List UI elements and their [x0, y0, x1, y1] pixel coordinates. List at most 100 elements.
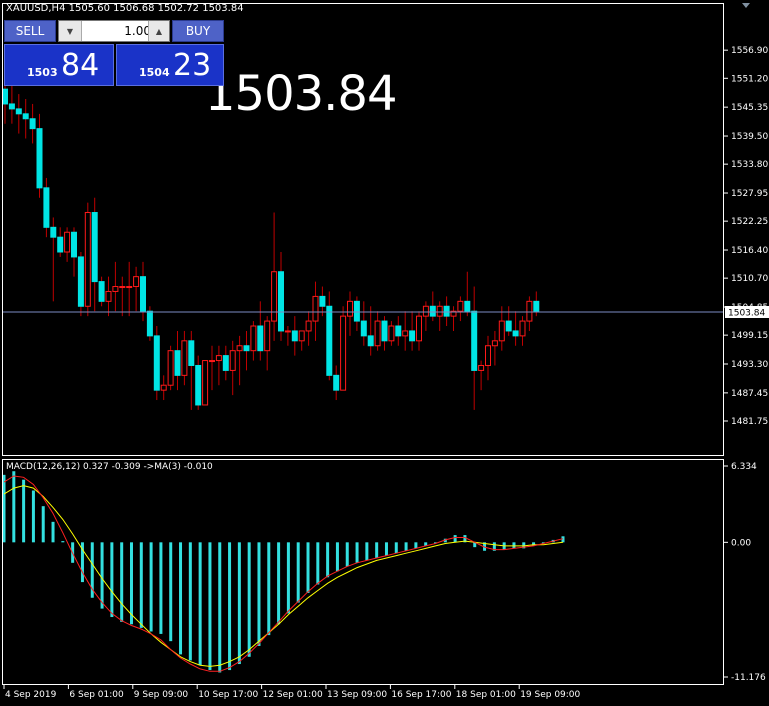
candle-body: [395, 325, 402, 337]
candle-body: [436, 305, 443, 317]
macd-chart: [2, 471, 565, 673]
bid-price-button[interactable]: 1503 84: [4, 44, 114, 86]
macd-histogram-bar: [404, 542, 408, 551]
macd-histogram-bar: [31, 490, 35, 543]
macd-histogram-bar: [12, 471, 16, 543]
candle-body: [284, 330, 291, 333]
ask-price-small: 1504: [139, 66, 170, 79]
macd-histogram-bar: [237, 542, 241, 665]
time-tick-label: 12 Sep 01:00: [263, 690, 323, 700]
candle-body: [381, 320, 388, 342]
candle-body: [291, 330, 298, 342]
macd-histogram-bar: [286, 542, 290, 614]
macd-histogram-bar: [355, 542, 359, 563]
time-tick-label: 13 Sep 09:00: [327, 690, 387, 700]
candle-body: [181, 340, 188, 376]
candle-body: [91, 212, 98, 283]
time-tick-label: 6 Sep 01:00: [69, 690, 124, 700]
macd-histogram-bar: [218, 542, 222, 673]
candle-body: [271, 271, 278, 322]
sell-button[interactable]: SELL: [4, 20, 56, 42]
macd-histogram-bar: [365, 542, 369, 561]
macd-histogram-bar: [208, 542, 212, 671]
macd-histogram-bar: [120, 542, 124, 622]
candle-body: [326, 305, 333, 376]
price-tick-label: 1481.75: [731, 417, 768, 427]
price-tick-label: 1522.25: [731, 217, 768, 227]
macd-histogram-bar: [296, 542, 300, 603]
candle-body: [257, 325, 264, 352]
candle-body: [146, 310, 153, 337]
current-price-label: 1503.84: [728, 308, 765, 318]
candle-body: [388, 325, 395, 342]
candle-body: [319, 295, 326, 307]
macd-histogram-bar: [257, 542, 261, 646]
time-tick-label: 9 Sep 09:00: [134, 690, 189, 700]
price-tick-label: 1499.15: [731, 331, 768, 341]
candle-body: [443, 305, 450, 317]
candle-body: [429, 305, 436, 317]
one-click-trading-panel: SELL ▼ ▲ BUY 1503 84 1504 23: [4, 20, 224, 86]
price-tick-label: 1539.50: [731, 132, 768, 142]
lot-size-input[interactable]: [83, 21, 153, 41]
candle-body: [519, 320, 526, 337]
ask-price-button[interactable]: 1504 23: [116, 44, 224, 86]
macd-histogram-bar: [61, 541, 65, 543]
candle-body: [229, 350, 236, 371]
candle-body: [250, 325, 257, 352]
candle-body: [471, 310, 478, 371]
candle-body: [36, 128, 43, 189]
price-tick-label: 1527.95: [731, 189, 768, 199]
candle-body: [533, 300, 540, 312]
macd-histogram-bar: [22, 479, 26, 543]
macd-tick-label: 0.00: [731, 538, 751, 548]
candle-body: [305, 320, 312, 332]
candle-body: [50, 226, 57, 238]
macd-histogram-bar: [139, 542, 143, 628]
price-tick-label: 1487.45: [731, 389, 768, 399]
macd-histogram-bar: [453, 535, 457, 543]
candle-body: [84, 212, 91, 307]
time-tick-label: 4 Sep 2019: [5, 690, 57, 700]
time-tick-label: 18 Sep 01:00: [456, 690, 516, 700]
macd-histogram-bar: [247, 542, 251, 657]
macd-histogram-bar: [149, 542, 153, 632]
macd-histogram-bar: [306, 542, 310, 593]
price-tick-label: 1493.30: [731, 360, 768, 370]
macd-histogram-bar: [41, 506, 45, 543]
candle-body: [57, 236, 64, 253]
lot-size-field: ▼ ▲: [58, 20, 170, 42]
candle-body: [374, 320, 381, 347]
candle-body: [505, 320, 512, 332]
time-tick-label: 19 Sep 09:00: [520, 690, 580, 700]
macd-histogram-bar: [110, 542, 114, 618]
price-tick-label: 1516.40: [731, 246, 768, 256]
candle-body: [367, 335, 374, 347]
symbol-line: XAUUSD,H4 1505.60 1506.68 1502.72 1503.8…: [6, 3, 244, 14]
macd-histogram-bar: [198, 542, 202, 666]
macd-histogram-bar: [326, 542, 330, 578]
candle-body: [409, 330, 416, 342]
candle-body: [298, 330, 305, 342]
candle-body: [491, 340, 498, 347]
macd-histogram-bar: [100, 542, 104, 609]
candle-body: [2, 88, 8, 105]
lot-increase-icon[interactable]: ▲: [148, 21, 169, 41]
buy-button[interactable]: BUY: [172, 20, 224, 42]
candle-body: [133, 276, 140, 288]
candle-body: [140, 276, 146, 312]
candle-body: [498, 320, 505, 342]
time-tick-label: 10 Sep 17:00: [198, 690, 258, 700]
price-tick-label: 1545.35: [731, 103, 768, 113]
candle-body: [71, 231, 77, 258]
macd-histogram-bar: [414, 542, 418, 549]
macd-histogram-bar: [159, 542, 163, 634]
price-tick-label: 1533.80: [731, 160, 768, 170]
lot-decrease-icon[interactable]: ▼: [59, 21, 82, 41]
ask-price-large: 23: [173, 48, 212, 83]
candle-body: [43, 187, 50, 228]
candle-body: [153, 335, 160, 391]
price-tick-label: 1556.90: [731, 46, 768, 56]
candle-body: [402, 330, 409, 337]
candle-body: [209, 360, 215, 363]
